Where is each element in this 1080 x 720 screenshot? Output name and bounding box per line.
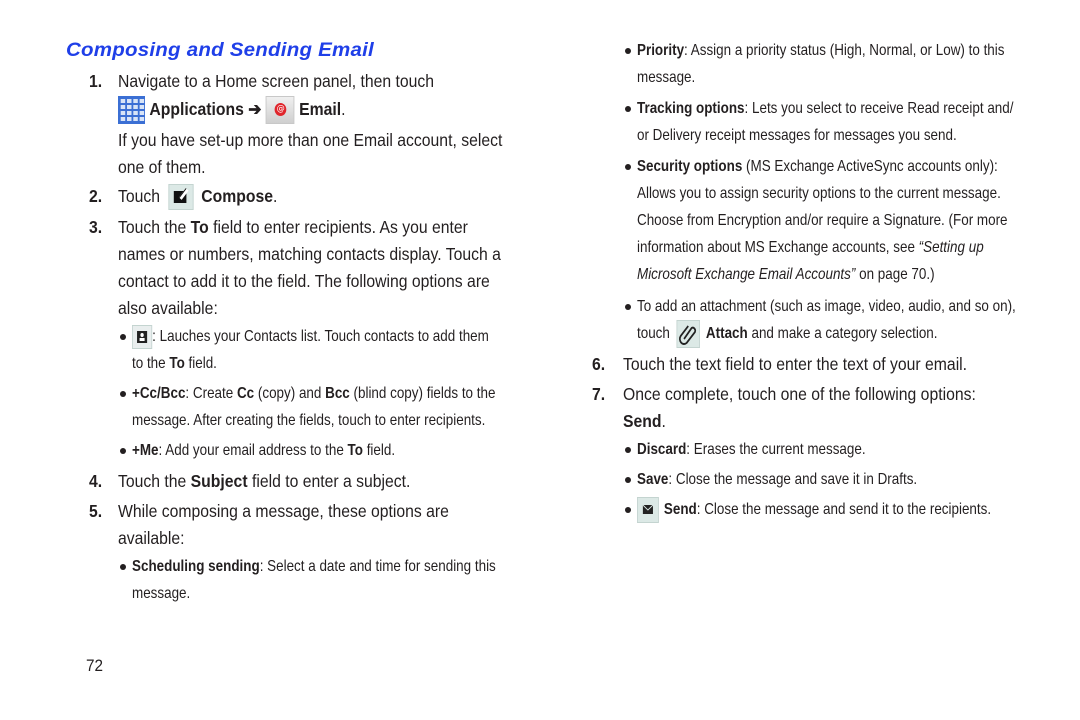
security-bullet-line-2: Allows you to assign security options to…	[637, 185, 1001, 202]
bullet-dot	[625, 507, 631, 513]
tracking-bullet-line-1: Tracking options: Lets you select to rec…	[637, 100, 1014, 117]
bullet-dot	[625, 477, 631, 483]
save-bullet: Save: Close the message and save it in D…	[637, 471, 918, 488]
contacts-bullet-line-1: : Lauches your Contacts list. Touch cont…	[132, 323, 489, 351]
cross-reference-link[interactable]: Microsoft Exchange Email Accounts”	[637, 266, 855, 283]
priority-bullet-line-2: message.	[637, 69, 696, 86]
contacts-icon	[132, 324, 153, 349]
step-4-number: 4.	[89, 471, 103, 491]
email-app-icon: @	[265, 96, 295, 125]
step-2-line: Touch Compose.	[118, 182, 277, 211]
step-1-line-4: one of them.	[118, 157, 206, 177]
step-6-line: Touch the text field to enter the text o…	[623, 354, 968, 374]
security-bullet-line-1: Security options (MS Exchange ActiveSync…	[637, 158, 998, 175]
bullet-dot	[625, 304, 631, 310]
compose-icon	[168, 184, 194, 211]
step-7-number: 7.	[592, 384, 606, 404]
step-2-number: 2.	[89, 186, 103, 206]
cross-reference-link[interactable]: “Setting up	[919, 239, 984, 256]
step-1-line-2: Applications ➔ @ Email.	[118, 95, 345, 125]
step-1-number: 1.	[89, 71, 103, 91]
step-1-line-3: If you have set-up more than one Email a…	[118, 130, 503, 150]
arrow-icon: ➔	[248, 99, 262, 119]
applications-grid-icon	[118, 96, 145, 125]
page-number: 72	[86, 656, 104, 675]
step-3-line-2: names or numbers, matching contacts disp…	[118, 244, 501, 264]
step-5-number: 5.	[89, 501, 103, 521]
send-envelope-icon	[637, 496, 659, 523]
scheduling-bullet-line-2: message.	[132, 585, 191, 602]
cc-bcc-bullet-line-2: message. After creating the fields, touc…	[132, 412, 486, 429]
bullet-dot	[120, 334, 126, 340]
security-bullet-line-4: information about MS Exchange accounts, …	[637, 239, 984, 256]
step-1-line-1: Navigate to a Home screen panel, then to…	[118, 71, 435, 91]
contacts-bullet-line-2: to the To field.	[132, 355, 217, 372]
discard-bullet: Discard: Erases the current message.	[637, 441, 866, 458]
bullet-dot	[120, 448, 126, 454]
scheduling-bullet-line-1: Scheduling sending: Select a date and ti…	[132, 558, 496, 575]
cc-bcc-bullet-line-1: +Cc/Bcc: Create Cc (copy) and Bcc (blind…	[132, 385, 496, 402]
bullet-dot	[625, 48, 631, 54]
bullet-dot	[120, 391, 126, 397]
step-5-line-2: available:	[118, 528, 185, 548]
attachment-bullet-line-1: To add an attachment (such as image, vid…	[637, 298, 1016, 315]
applications-label: Applications	[149, 99, 244, 119]
step-3-number: 3.	[89, 217, 103, 237]
security-bullet-line-3: Choose from Encryption and/or require a …	[637, 212, 1008, 229]
security-bullet-line-5: Microsoft Exchange Email Accounts” on pa…	[637, 266, 935, 283]
bullet-dot	[625, 164, 631, 170]
me-bullet: +Me: Add your email address to the To fi…	[132, 442, 396, 459]
email-label: Email	[299, 99, 342, 119]
priority-bullet-line-1: Priority: Assign a priority status (High…	[637, 42, 1005, 59]
step-5-line-1: While composing a message, these options…	[118, 501, 449, 521]
attachment-bullet-line-2: touch Attach and make a category selecti…	[637, 320, 937, 348]
step-3-line-1: Touch the To field to enter recipients. …	[118, 217, 468, 237]
step-3-line-3: contact to add it to the field. The foll…	[118, 271, 490, 291]
bullet-dot	[625, 447, 631, 453]
step-3-line-4: also available:	[118, 298, 218, 318]
bullet-dot	[625, 106, 631, 112]
step-7-line-2: Send.	[623, 411, 666, 431]
step-7-line-1: Once complete, touch one of the followin…	[623, 384, 976, 404]
compose-label: Compose	[201, 186, 273, 206]
step-4-line: Touch the Subject field to enter a subje…	[118, 471, 411, 491]
tracking-bullet-line-2: or Delivery receipt messages for message…	[637, 127, 957, 144]
send-bullet: Send: Close the message and send it to t…	[637, 496, 991, 524]
paperclip-icon	[676, 320, 700, 348]
section-title: Composing and Sending Email	[66, 40, 374, 61]
step-6-number: 6.	[592, 354, 606, 374]
bullet-dot	[120, 564, 126, 570]
